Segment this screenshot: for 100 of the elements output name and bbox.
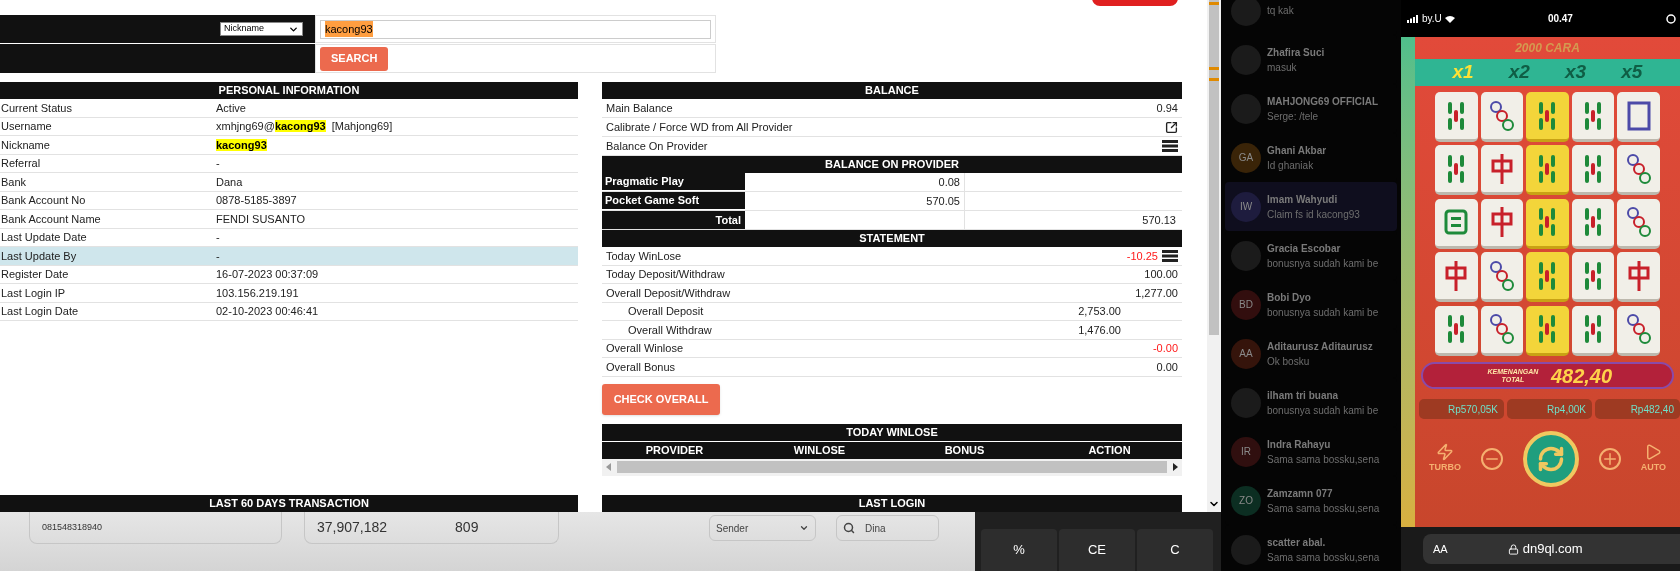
field-label: Last Update Date (0, 230, 88, 245)
circles-icon (1488, 258, 1515, 293)
column-header: PROVIDER (644, 442, 705, 458)
field-value: - (216, 156, 220, 171)
circles-icon (1625, 312, 1652, 347)
chat-message: tq kak (1267, 4, 1294, 18)
turbo-label: TURBO (1428, 461, 1461, 475)
chat-message: bonusnya sudah kami be (1267, 256, 1379, 271)
check-overall-button[interactable]: CHECK OVERALL (602, 383, 720, 415)
chat-name: Zhafira Suci (1267, 45, 1325, 60)
calculator-key[interactable]: C (1137, 529, 1213, 571)
auto-label: AUTO (1640, 461, 1666, 475)
field-label: Last Login Date (0, 304, 80, 319)
chat-name: Ghani Akbar (1267, 143, 1327, 158)
balance-pill: Rp4,00K (1507, 399, 1592, 419)
search-field[interactable]: Dina (836, 515, 939, 541)
field-value: 0878-5185-3897 (216, 193, 297, 208)
field-label: Calibrate / Force WD from All Provider (606, 119, 793, 135)
field-value: 0.94 (1156, 100, 1178, 116)
spin-icon (1536, 445, 1565, 473)
chat-name: Zamzamn 077 (1267, 486, 1334, 501)
search-type-select[interactable]: Nickname (220, 22, 303, 36)
total-value: 37,907,182 (317, 518, 388, 537)
search-field[interactable]: kacong93 (320, 19, 711, 39)
balance-pill: Rp570,05K (1419, 399, 1504, 419)
field-label: Last Login IP (0, 285, 67, 301)
field-value: 16-07-2023 00:37:09 (216, 267, 319, 282)
chat-name: MAHJONG69 OFFICIAL (1267, 94, 1379, 109)
win-amount: 482,40 (1550, 363, 1613, 389)
section-header: STATEMENT (602, 230, 1182, 247)
search-icon (843, 522, 855, 534)
circles-icon (1625, 205, 1652, 240)
minus-icon[interactable] (1480, 448, 1503, 470)
section-header: LAST LOGIN (602, 495, 1182, 512)
chat-message: masuk (1267, 60, 1298, 75)
field-value: 100.00 (1144, 267, 1178, 282)
field-label: Overall Deposit/Withdraw (606, 285, 731, 301)
field-label: Last Update By (0, 248, 78, 264)
cross-symbol-icon (1443, 258, 1470, 293)
section-header: BALANCE (602, 82, 1182, 99)
field-value: 2,753.00 (1078, 304, 1121, 319)
chat-name: ilham tri buana (1267, 388, 1340, 403)
field-label: Bank Account No (0, 193, 87, 208)
url-text: dn9ql.com (1522, 540, 1583, 559)
chat-message: bonusnya sudah kami be (1267, 403, 1379, 418)
turbo-icon[interactable] (1435, 443, 1454, 462)
field-label: Overall Withdraw (628, 322, 712, 338)
avatar: GA (1231, 142, 1261, 173)
avatar: IR (1231, 436, 1261, 467)
field-value: 1,476.00 (1078, 322, 1121, 338)
field-label: Balance On Provider (606, 138, 708, 154)
section-header: TODAY WINLOSE (602, 423, 1182, 441)
scroll-left-icon[interactable] (606, 463, 611, 471)
chat-message: Serge: /tele (1267, 109, 1320, 124)
multiplier-label: x5 (1621, 60, 1643, 85)
provider-amount: 570.05 (745, 192, 965, 210)
lock-rotation-icon (1666, 13, 1676, 24)
list-icon[interactable] (1162, 249, 1178, 262)
circles-icon (1488, 98, 1515, 133)
account-field[interactable]: 081548318940 (29, 512, 282, 544)
wifi-icon (1444, 14, 1455, 23)
clock-time: 00.47 (1547, 12, 1573, 26)
address-bar[interactable]: AA dn9ql.com (1423, 534, 1680, 564)
field-label: Bank (0, 174, 28, 190)
plus-icon[interactable] (1598, 448, 1621, 470)
text-size-button[interactable]: AA (1433, 540, 1448, 558)
total-label: Total (602, 211, 745, 229)
section-header: LAST 60 DAYS TRANSACTION (0, 495, 578, 512)
field-label: Nickname (0, 137, 51, 153)
field-value: Dana (216, 174, 243, 190)
column-header: BONUS (943, 442, 986, 458)
play-icon[interactable] (1644, 443, 1663, 462)
circles-icon (1488, 312, 1515, 347)
avatar: BD (1231, 289, 1261, 320)
chat-name: Gracia Escobar (1267, 241, 1342, 256)
field-label: Referral (0, 156, 42, 171)
field-value: 1,277.00 (1135, 285, 1178, 301)
calculator-key[interactable]: % (981, 529, 1057, 571)
scroll-right-icon[interactable] (1173, 463, 1178, 471)
section-header: BALANCE ON PROVIDER (602, 156, 1182, 173)
multiplier-label: x1 (1452, 60, 1474, 85)
field-value: kacong93 (216, 137, 267, 153)
vertical-scrollbar[interactable] (1207, 0, 1221, 512)
chat-name: scatter abal. (1267, 535, 1327, 550)
field-label: Register Date (0, 267, 70, 282)
search-button[interactable]: SEARCH (320, 46, 389, 71)
chat-name: Indra Rahayu (1267, 437, 1332, 452)
chat-message: Claim fs id kacong93 (1267, 207, 1360, 222)
field-value: - (216, 230, 220, 245)
share-icon[interactable] (1165, 120, 1178, 134)
calculator-key[interactable]: CE (1059, 529, 1135, 571)
sender-select[interactable]: Sender (709, 515, 816, 541)
chat-name: Imam Wahyudi (1267, 192, 1339, 207)
avatar: AA (1231, 338, 1261, 369)
list-icon[interactable] (1162, 140, 1178, 152)
field-label: Overall Winlose (606, 341, 684, 356)
field-label: Main Balance (606, 100, 673, 116)
chat-item[interactable]: IW Imam Wahyudi Claim fs id kacong93 (1225, 182, 1397, 231)
carrier-name: by.U (1422, 12, 1442, 26)
section-header: PERSONAL INFORMATION (0, 82, 578, 99)
